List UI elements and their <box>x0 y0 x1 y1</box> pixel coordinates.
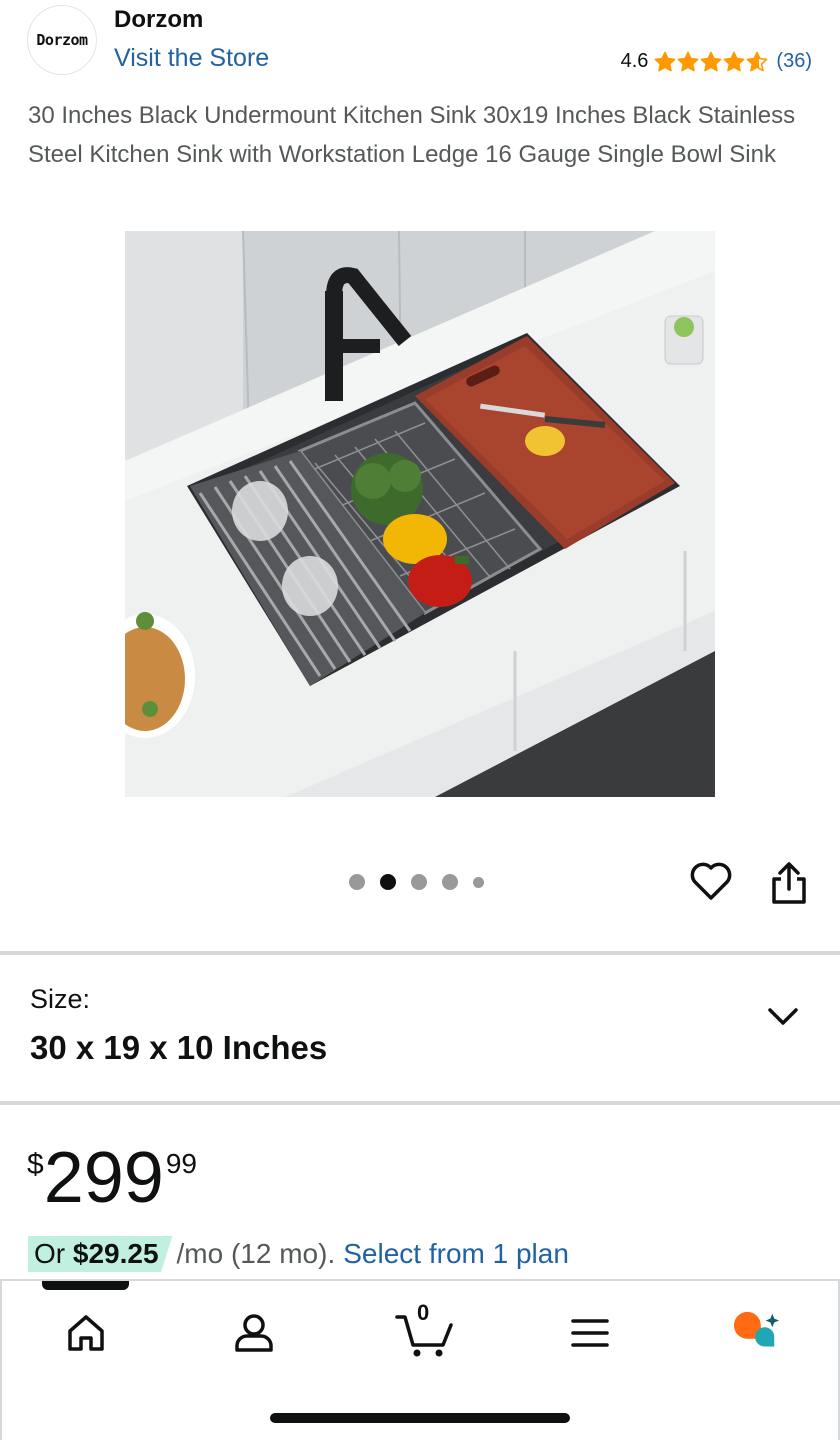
brand-header: Dorzom Dorzom Visit the Store 4.6 (36) <box>0 0 840 92</box>
installment-amount: $29.25 <box>72 1238 159 1269</box>
carousel-dot[interactable] <box>442 874 458 890</box>
share-icon[interactable] <box>768 861 810 905</box>
installment-highlight: Or $29.25 <box>28 1236 173 1272</box>
brand-logo[interactable]: Dorzom <box>27 5 97 75</box>
price: $ 299 99 <box>27 1136 197 1220</box>
rating-summary[interactable]: 4.6 (36) <box>621 50 812 73</box>
price-fraction: 99 <box>165 1148 197 1179</box>
carousel-dot[interactable] <box>380 874 396 890</box>
select-plan-link[interactable]: Select from 1 plan <box>343 1238 569 1270</box>
star-full-icon <box>678 51 699 71</box>
menu-icon[interactable] <box>566 1309 614 1357</box>
size-value[interactable]: 30 x 19 x 10 Inches <box>30 1029 327 1067</box>
brand-logo-text: Dorzom <box>36 31 88 49</box>
star-full-icon <box>701 51 722 71</box>
product-image-illustration <box>125 231 715 797</box>
active-tab-indicator <box>42 1281 129 1290</box>
rating-count[interactable]: (36) <box>776 50 812 73</box>
section-divider <box>0 951 840 955</box>
product-title: 30 Inches Black Undermount Kitchen Sink … <box>28 102 796 168</box>
image-carousel-dots <box>349 874 484 890</box>
star-full-icon <box>724 51 745 71</box>
installment-suffix: /mo (12 mo). <box>176 1238 336 1269</box>
home-indicator <box>270 1413 570 1423</box>
size-label: Size: <box>30 984 91 1014</box>
star-half-icon <box>747 51 768 71</box>
carousel-dot[interactable] <box>473 876 484 888</box>
account-icon[interactable] <box>230 1309 278 1357</box>
rating-value: 4.6 <box>620 50 649 72</box>
installment-prefix: Or <box>34 1238 73 1269</box>
section-divider <box>0 1101 840 1105</box>
rufus-ai-icon[interactable] <box>732 1309 780 1357</box>
price-whole: 299 <box>43 1138 164 1218</box>
price-currency: $ <box>27 1148 44 1181</box>
visit-store-link[interactable]: Visit the Store <box>114 44 269 73</box>
brand-name[interactable]: Dorzom <box>114 6 203 34</box>
carousel-dot[interactable] <box>349 874 365 890</box>
product-image[interactable] <box>125 231 715 797</box>
home-icon[interactable] <box>62 1309 110 1357</box>
cart-count-badge: 0 <box>417 1300 430 1325</box>
wishlist-heart-icon[interactable] <box>689 860 733 904</box>
star-rating <box>654 51 768 73</box>
star-full-icon <box>655 51 676 71</box>
installment-offer: Or $29.25 /mo (12 mo). Select from 1 pla… <box>28 1236 569 1272</box>
carousel-dot[interactable] <box>411 874 427 890</box>
chevron-down-icon[interactable] <box>766 1004 800 1030</box>
